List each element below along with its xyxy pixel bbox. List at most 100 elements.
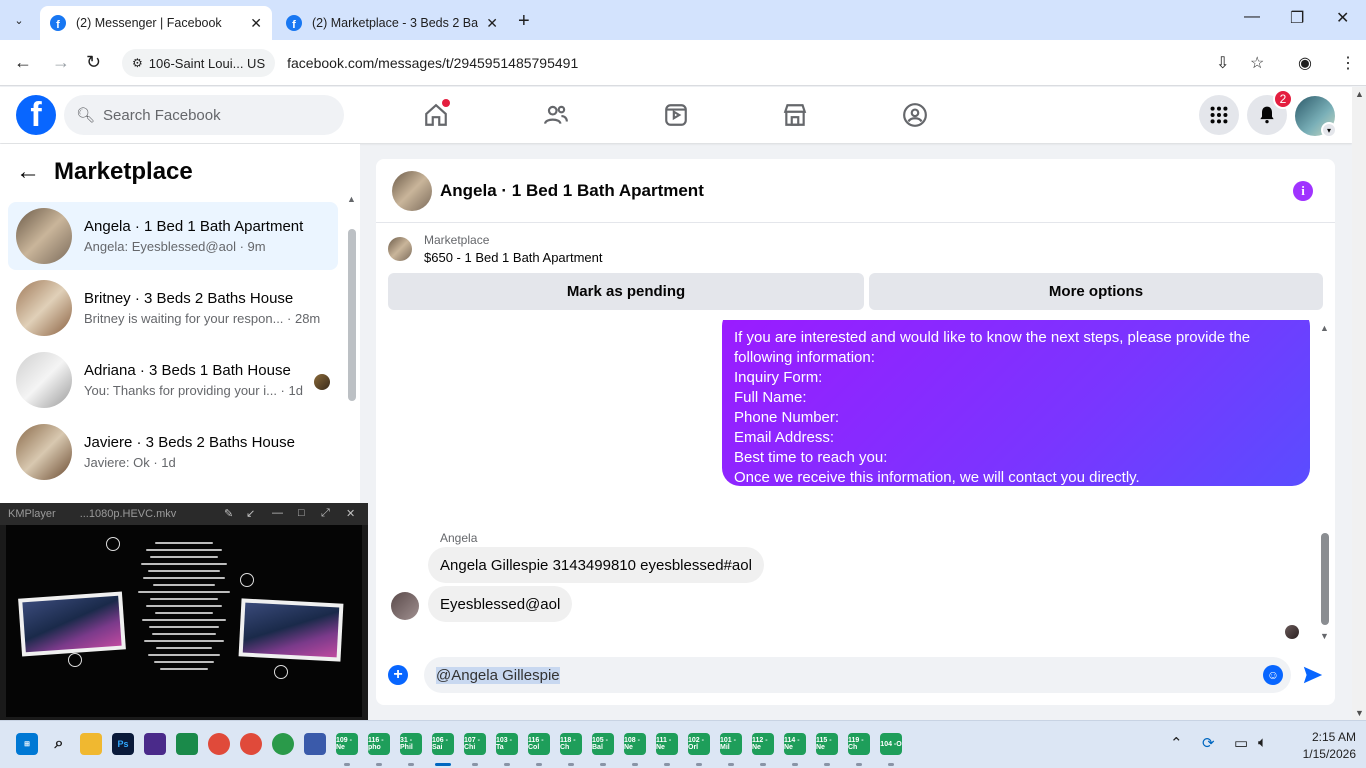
taskbar-app-button[interactable]: 31 -Phil [400, 733, 422, 755]
page-scrollbar[interactable]: ▲ ▼ [1352, 87, 1366, 720]
site-info-chip[interactable]: ⚙ 106-Saint Loui... US [122, 49, 276, 77]
taskbar-app-button[interactable]: 105 -Bal [592, 733, 614, 755]
scroll-up-arrow-icon[interactable]: ▲ [347, 194, 356, 204]
marketplace-icon[interactable] [775, 99, 815, 131]
conversation-item-javiere[interactable]: Javiere · 3 Beds 2 Baths House Javiere: … [8, 418, 338, 486]
emoji-icon[interactable]: ☺ [1263, 665, 1283, 685]
video-icon[interactable] [656, 99, 696, 131]
omnibox[interactable]: ⚙ 106-Saint Loui... US facebook.com/mess… [120, 47, 1280, 79]
friends-icon[interactable] [536, 99, 576, 131]
chrome-icon[interactable] [272, 733, 294, 755]
scrollbar-thumb[interactable] [348, 229, 356, 401]
listing-summary[interactable]: Marketplace $650 - 1 Bed 1 Bath Apartmen… [388, 233, 603, 265]
app-icon[interactable] [304, 733, 326, 755]
chat-thumbnail[interactable] [392, 170, 432, 211]
message-input[interactable]: @Angela Gillespie ☺ [424, 657, 1291, 693]
taskbar-app-button[interactable]: 115 -Ne [816, 733, 838, 755]
close-tab-icon[interactable]: ✕ [486, 15, 498, 32]
chrome-icon[interactable] [240, 733, 262, 755]
facebook-logo-icon[interactable]: f [16, 95, 56, 135]
taskbar-app-button[interactable]: 116 -Col [528, 733, 550, 755]
url-text[interactable]: facebook.com/messages/t/2945951485795491 [287, 55, 578, 71]
kmplayer-window[interactable]: KMPlayer ...1080p.HEVC.mkv ✎ ↙ — □ ⤢ ✕ [0, 503, 368, 720]
taskbar-app-button[interactable]: 119 -Ch [848, 733, 870, 755]
message-line: Email Address: [734, 429, 835, 446]
conversation-item-adriana[interactable]: Adriana · 3 Beds 1 Bath House You: Thank… [8, 346, 338, 414]
scroll-down-arrow-icon[interactable]: ▼ [1320, 631, 1329, 641]
taskbar-app-button[interactable]: 108 -Ne [624, 733, 646, 755]
more-options-button[interactable]: More options [869, 273, 1323, 310]
forward-arrow-icon[interactable]: → [52, 52, 70, 73]
info-icon[interactable]: i [1293, 181, 1313, 201]
windows-start-icon[interactable]: ⊞ [16, 733, 38, 755]
system-clock[interactable]: 2:15 AM 1/15/2026 [1294, 729, 1356, 763]
conversation-item-britney[interactable]: Britney · 3 Beds 2 Baths House Britney i… [8, 274, 338, 342]
taskbar-app-button[interactable]: 118 -Ch [560, 733, 582, 755]
close-icon[interactable]: ✕ [346, 507, 355, 520]
conversation-item-angela[interactable]: Angela · 1 Bed 1 Bath Apartment Angela: … [8, 202, 338, 270]
sync-icon[interactable]: ⟳ [1202, 734, 1215, 752]
add-attachment-plus-icon[interactable]: + [388, 665, 408, 685]
more-menu-icon[interactable]: ⋮ [1340, 53, 1356, 73]
groups-icon[interactable] [895, 99, 935, 131]
home-icon[interactable] [416, 99, 456, 131]
reload-icon[interactable]: ↻ [86, 52, 101, 73]
kmplayer-taskbar-icon[interactable] [144, 733, 166, 755]
tab-messenger[interactable]: f (2) Messenger | Facebook ✕ [40, 6, 272, 40]
chrome-icon[interactable] [208, 733, 230, 755]
display-icon[interactable]: ▭ [1234, 734, 1248, 752]
taskbar-app-button[interactable]: 114 -Ne [784, 733, 806, 755]
window-close-icon[interactable]: ✕ [1336, 8, 1349, 28]
minimize-icon[interactable]: — [272, 507, 283, 519]
incoming-message-bubble[interactable]: Angela Gillespie 3143499810 eyesblessed#… [428, 547, 764, 583]
taskbar-app-button[interactable]: 102 -Orl [688, 733, 710, 755]
taskbar-app-button[interactable]: 111 -Ne [656, 733, 678, 755]
install-app-icon[interactable]: ⇩ [1216, 53, 1229, 73]
menu-grid-icon[interactable] [1199, 95, 1239, 135]
new-tab-icon[interactable]: + [518, 10, 530, 33]
file-explorer-icon[interactable] [80, 733, 102, 755]
taskbar-app-button[interactable]: 104 -O [880, 733, 902, 755]
pin-icon[interactable]: ✎ [224, 507, 233, 520]
bookmark-star-icon[interactable]: ☆ [1250, 53, 1264, 73]
taskbar-app-button[interactable]: 101 -Mil [720, 733, 742, 755]
photoshop-icon[interactable]: Ps [112, 733, 134, 755]
taskbar-app-button[interactable]: 116 -pho [368, 733, 390, 755]
search-facebook-input[interactable]: 🔍︎ Search Facebook [64, 95, 344, 135]
app-icon[interactable] [176, 733, 198, 755]
video-frame[interactable] [6, 525, 362, 717]
show-hidden-icons-chevron-icon[interactable]: ⌃ [1170, 734, 1183, 752]
incoming-message-bubble[interactable]: Eyesblessed@aol [428, 586, 573, 622]
back-arrow-icon[interactable]: ← [16, 158, 40, 186]
profile-icon[interactable]: ◉ [1298, 53, 1312, 73]
notifications-bell-icon[interactable]: 2 [1247, 89, 1293, 135]
close-tab-icon[interactable]: ✕ [250, 15, 262, 32]
scroll-up-arrow-icon[interactable]: ▲ [1320, 323, 1329, 333]
minimize-icon[interactable]: — [1244, 8, 1260, 26]
mark-as-pending-button[interactable]: Mark as pending [388, 273, 864, 310]
tab-search-chevron-icon[interactable]: ⌄ [8, 9, 30, 31]
search-icon[interactable]: ⌕ [48, 733, 70, 755]
chat-title[interactable]: Angela · 1 Bed 1 Bath Apartment [440, 181, 704, 201]
thread-scrollbar[interactable]: ▲ ▼ [1320, 323, 1330, 641]
taskbar-app-button[interactable]: 103 -Ta [496, 733, 518, 755]
kmplayer-titlebar[interactable]: KMPlayer ...1080p.HEVC.mkv [0, 503, 368, 525]
volume-icon[interactable]: 🔈︎ [1258, 734, 1267, 751]
fullscreen-icon[interactable]: ⤢ [321, 507, 330, 520]
taskbar-app-button[interactable]: 109 -Ne [336, 733, 358, 755]
back-arrow-icon[interactable]: ← [14, 52, 32, 73]
taskbar-app-button[interactable]: 106 -Sai [432, 733, 454, 755]
tab-marketplace[interactable]: f (2) Marketplace - 3 Beds 2 Baths House… [276, 6, 508, 40]
shrink-icon[interactable]: ↙ [246, 507, 255, 520]
restore-icon[interactable]: ❐ [1290, 8, 1304, 28]
outgoing-message-bubble[interactable]: If you are interested and would like to … [722, 320, 1310, 486]
taskbar-app-button[interactable]: 107 -Chi [464, 733, 486, 755]
scroll-down-arrow-icon[interactable]: ▼ [1355, 708, 1364, 718]
scrollbar-thumb[interactable] [1321, 533, 1329, 625]
scroll-up-arrow-icon[interactable]: ▲ [1355, 89, 1364, 99]
account-avatar[interactable]: ▾ [1295, 96, 1337, 138]
maximize-icon[interactable]: □ [298, 507, 305, 519]
sender-avatar[interactable] [391, 592, 419, 620]
send-icon[interactable] [1302, 664, 1324, 686]
taskbar-app-button[interactable]: 112 -Ne [752, 733, 774, 755]
